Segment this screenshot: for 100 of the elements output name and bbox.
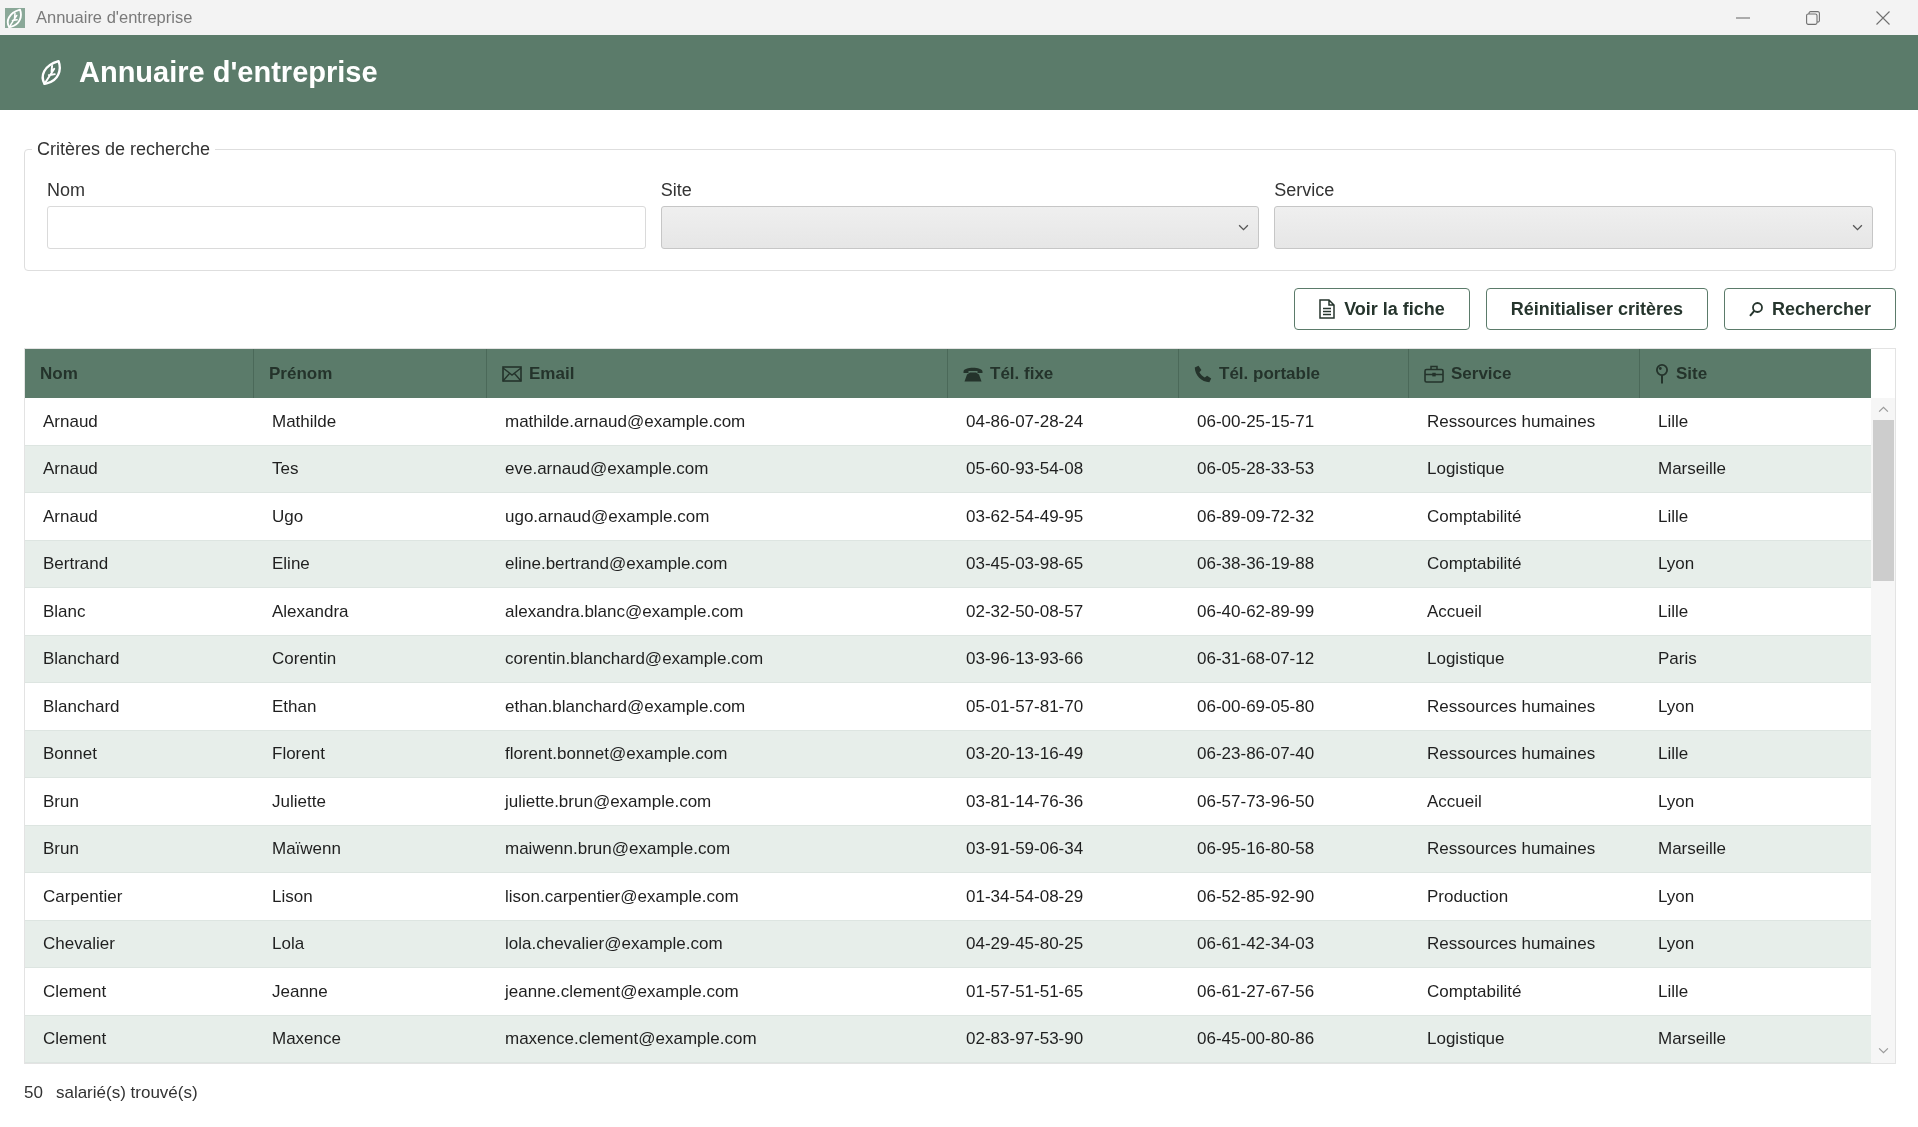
- table-cell-text: Clement: [42, 980, 108, 1003]
- table-cell-text: Comptabilité: [1426, 553, 1523, 575]
- table-cell-text: Paris: [1657, 648, 1698, 670]
- briefcase-icon: [1424, 364, 1444, 383]
- table-cell-text: 06-61-27-67-56: [1196, 980, 1316, 1003]
- table-cell-text: Lyon: [1657, 933, 1696, 955]
- table-row[interactable]: Blanchard Corentin corentin.blanchard@example.com 03-96-13-93-66 06-31-68-07-12 Logistique Paris: [25, 635, 1871, 683]
- table-cell-text: 04-29-45-80-25: [965, 933, 1085, 955]
- table-row[interactable]: Bonnet Florent florent.bonnet@example.com 03-20-13-16-49 06-23-86-07-40 Ressources humaines Lille: [25, 730, 1871, 778]
- close-icon: [1876, 10, 1890, 25]
- table-cell-text: Comptabilité: [1426, 505, 1523, 528]
- table-cell-text: 03-96-13-93-66: [965, 648, 1085, 670]
- leaf-icon: [39, 59, 63, 86]
- input-field[interactable]: [47, 206, 646, 249]
- table-cell-text: jeanne.clement@example.com: [503, 980, 740, 1003]
- phone-handset-icon: [1194, 364, 1212, 383]
- table-cell-text: Blanc: [42, 600, 87, 623]
- table-cell-text: lola.chevalier@example.com: [504, 933, 724, 955]
- table-cell-text: Arnaud: [42, 505, 99, 528]
- table-row[interactable]: Clement Maxence maxence.clement@example.com 02-83-97-53-90 06-45-00-80-86 Logistique Marseille: [25, 1015, 1871, 1063]
- table-cell-text: 06-00-69-05-80: [1196, 695, 1316, 718]
- table-cell-text: Marseille: [1657, 458, 1728, 480]
- table-cell-text: Brun: [42, 790, 80, 813]
- table-cell-text: Lola: [271, 933, 306, 955]
- table-row[interactable]: Arnaud Tes eve.arnaud@example.com 05-60-93-54-08 06-05-28-33-53 Logistique Marseille: [25, 445, 1871, 493]
- table-cell-text: 06-45-00-80-86: [1196, 1028, 1316, 1050]
- table-cell-text: 06-05-28-33-53: [1196, 458, 1316, 480]
- chevron-down-icon: [1877, 1047, 1889, 1054]
- dropdown-field[interactable]: [1274, 206, 1873, 249]
- table-cell-text: 06-95-16-80-58: [1196, 838, 1316, 860]
- table-cell-text: Lille: [1657, 600, 1690, 623]
- field-label: Nom: [47, 179, 86, 201]
- caret-icon: [1238, 224, 1250, 231]
- scrollbar[interactable]: [1871, 398, 1895, 1063]
- view-record-button[interactable]: Voir la fiche: [1294, 288, 1470, 330]
- scrollbar-thumb[interactable]: [1872, 420, 1894, 581]
- search-button[interactable]: Rechercher: [1723, 288, 1896, 330]
- envelope-icon: [502, 365, 522, 382]
- table-cell-text: Ressources humaines: [1426, 933, 1597, 955]
- table-cell-text: Eline: [271, 553, 311, 575]
- table-cell-text: 06-00-25-15-71: [1196, 410, 1316, 433]
- table-cell-text: Ethan: [271, 695, 318, 718]
- table-row[interactable]: Brun Maïwenn maiwenn.brun@example.com 03-91-59-06-34 06-95-16-80-58 Ressources humaines Marseille: [25, 825, 1871, 873]
- reset-button[interactable]: Réinitialiser critères: [1485, 288, 1708, 330]
- dropdown-field[interactable]: [660, 206, 1260, 249]
- table-cell-text: Lyon: [1657, 695, 1696, 718]
- table-cell-text: 03-91-59-06-34: [965, 838, 1085, 860]
- table-cell-text: 06-38-36-19-88: [1196, 553, 1316, 575]
- chevron-up-icon: [1877, 406, 1889, 413]
- search-icon: [1748, 301, 1763, 317]
- table-cell-text: Lyon: [1657, 790, 1696, 813]
- group-title: Critères de recherche: [36, 138, 212, 160]
- field-label: Site: [660, 179, 693, 201]
- table-cell-text: lison.carpentier@example.com: [504, 885, 740, 908]
- table-cell-text: Jeanne: [271, 980, 329, 1003]
- table-cell-text: Ressources humaines: [1426, 695, 1597, 718]
- table-cell-text: 03-81-14-76-36: [965, 790, 1085, 813]
- table-cell-text: Chevalier: [42, 933, 116, 955]
- table-cell-text: Production: [1426, 885, 1510, 908]
- table-cell-text: corentin.blanchard@example.com: [504, 648, 765, 670]
- table-cell-text: Bertrand: [42, 553, 110, 575]
- table-cell-text: 06-31-68-07-12: [1196, 648, 1316, 670]
- table-cell-text: Lille: [1657, 410, 1690, 433]
- table-cell-text: 05-60-93-54-08: [965, 458, 1085, 480]
- table-cell-text: eve.arnaud@example.com: [504, 458, 710, 480]
- table-cell-text: Florent: [271, 743, 326, 765]
- table-cell-text: Tes: [271, 458, 300, 480]
- table-cell-text: Marseille: [1657, 1028, 1728, 1050]
- field-label: Service: [1274, 179, 1336, 201]
- leaf-icon: [5, 7, 25, 28]
- table-row[interactable]: Chevalier Lola lola.chevalier@example.com 04-29-45-80-25 06-61-42-34-03 Ressources humaines Lyon: [25, 920, 1871, 968]
- table-cell-text: Lille: [1657, 505, 1690, 528]
- table-row[interactable]: Bertrand Eline eline.bertrand@example.com 03-45-03-98-65 06-38-36-19-88 Comptabilité Lyon: [25, 540, 1871, 588]
- document-icon: [1319, 299, 1336, 319]
- pin-icon: [1655, 363, 1669, 384]
- table-cell-text: Carpentier: [42, 885, 124, 908]
- result-label: salarié(s) trouvé(s): [55, 1082, 198, 1104]
- table-cell-text: Ressources humaines: [1426, 838, 1597, 860]
- table-cell-text: 06-52-85-92-90: [1196, 885, 1316, 908]
- window-title: Annuaire d'entreprise: [36, 7, 193, 29]
- table-cell-text: 03-45-03-98-65: [965, 553, 1085, 575]
- table-cell-text: 06-23-86-07-40: [1196, 743, 1316, 765]
- table-cell-text: ugo.arnaud@example.com: [504, 505, 711, 528]
- table-cell-text: 06-57-73-96-50: [1196, 790, 1316, 813]
- table-cell-text: Marseille: [1657, 838, 1728, 860]
- table-cell-text: Blanchard: [42, 648, 121, 670]
- table-cell-text: Arnaud: [42, 458, 99, 480]
- table-cell-text: 06-40-62-89-99: [1196, 600, 1316, 623]
- table-cell-text: Blanchard: [42, 695, 121, 718]
- table-cell-text: Comptabilité: [1426, 980, 1523, 1003]
- table-cell-text: Maïwenn: [271, 838, 342, 860]
- table-cell-text: Arnaud: [42, 410, 99, 433]
- table-cell-text: 03-62-54-49-95: [965, 505, 1085, 528]
- table-cell-text: Mathilde: [271, 410, 338, 433]
- table-cell-text: Ugo: [271, 505, 305, 528]
- table-cell-text: alexandra.blanc@example.com: [504, 600, 745, 623]
- table-cell-text: Lille: [1657, 743, 1690, 765]
- table-cell-text: Lyon: [1657, 553, 1696, 575]
- table-cell-text: Alexandra: [271, 600, 350, 623]
- table-cell-text: maxence.clement@example.com: [504, 1028, 758, 1050]
